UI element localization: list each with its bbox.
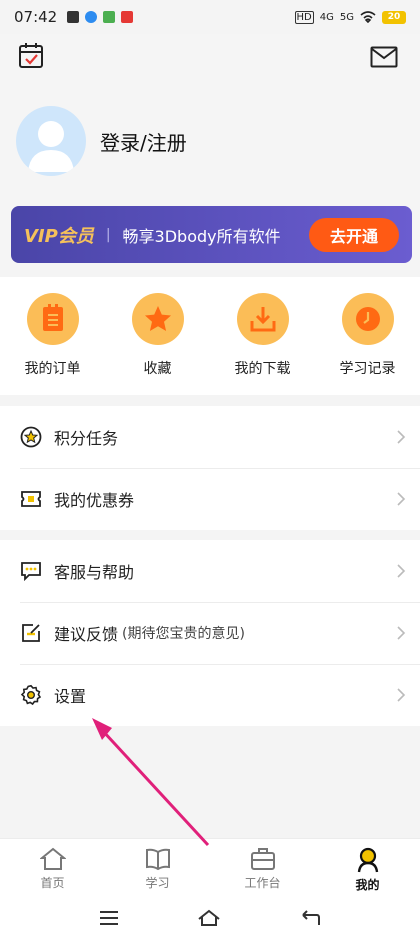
quick-label: 我的下载 xyxy=(234,361,291,377)
back-nav-icon[interactable] xyxy=(299,909,321,927)
tab-label: 首页 xyxy=(40,876,65,890)
tab-label: 工作台 xyxy=(244,876,281,890)
clock-icon xyxy=(341,293,394,345)
menu-my-coupons[interactable]: 我的优惠券 xyxy=(0,468,420,530)
status-time: 07:42 xyxy=(14,8,58,26)
chevron-right-icon xyxy=(397,430,406,444)
profile-header: 登录/注册 VIP会员 | 畅享3Dbody所有软件 去开通 xyxy=(0,34,420,270)
chevron-right-icon xyxy=(397,626,406,640)
tab-mine[interactable]: 我的 xyxy=(315,839,420,896)
quick-favorites[interactable]: 收藏 xyxy=(105,277,210,395)
menu-label: 设置 xyxy=(54,687,87,706)
vip-description: 畅享3Dbody所有软件 xyxy=(122,226,281,246)
menu-label: 积分任务 xyxy=(54,429,119,448)
app-notification-icon xyxy=(85,11,98,23)
briefcase-icon xyxy=(250,848,275,870)
wifi-icon xyxy=(360,11,376,23)
home-nav-icon[interactable] xyxy=(197,909,221,927)
default-avatar-icon xyxy=(28,121,74,172)
quick-my-orders[interactable]: 我的订单 xyxy=(0,277,105,395)
quick-label: 我的订单 xyxy=(24,361,81,377)
download-icon xyxy=(236,293,289,345)
status-right: HD 4G 5G 20 xyxy=(294,10,406,24)
battery-indicator: 20 xyxy=(382,10,406,24)
login-register-link[interactable]: 登录/注册 xyxy=(100,127,187,156)
star-icon xyxy=(131,293,184,345)
tab-label: 我的 xyxy=(355,878,380,892)
settings-gear-icon xyxy=(20,684,42,706)
mail-icon[interactable] xyxy=(370,46,398,68)
menu-points-tasks[interactable]: 积分任务 xyxy=(0,406,420,468)
tab-home[interactable]: 首页 xyxy=(0,839,105,896)
avatar[interactable] xyxy=(16,106,86,176)
menu-feedback[interactable]: 建议反馈 (期待您宝贵的意见) xyxy=(0,602,420,664)
hd-indicator: HD xyxy=(294,10,314,24)
app-notification-icon-2 xyxy=(103,11,116,23)
chevron-right-icon xyxy=(397,564,406,578)
coupon-icon xyxy=(20,488,42,510)
menu-label: 客服与帮助 xyxy=(54,563,135,582)
vip-banner[interactable]: VIP会员 | 畅享3Dbody所有软件 去开通 xyxy=(11,206,412,263)
signal-4g: 4G xyxy=(319,11,334,23)
menu-label: 我的优惠券 xyxy=(54,491,135,510)
quick-study-records[interactable]: 学习记录 xyxy=(315,277,420,395)
menu-group-support: 客服与帮助 建议反馈 (期待您宝贵的意见) 设置 xyxy=(0,540,420,726)
menu-sublabel: (期待您宝贵的意见) xyxy=(122,626,245,642)
tab-workbench[interactable]: 工作台 xyxy=(210,839,315,896)
tab-study[interactable]: 学习 xyxy=(105,839,210,896)
app-notification-icon-3 xyxy=(121,11,134,23)
chat-icon xyxy=(20,560,42,582)
quick-actions: 我的订单 收藏 我的下载 学习记录 xyxy=(0,277,420,395)
menu-group-rewards: 积分任务 我的优惠券 xyxy=(0,406,420,530)
menu-label: 建议反馈 xyxy=(54,625,119,644)
quick-label: 收藏 xyxy=(143,361,172,377)
status-bar: 07:42 HD 4G 5G 20 xyxy=(0,0,420,34)
feedback-edit-icon xyxy=(20,622,42,644)
order-list-icon xyxy=(26,293,79,345)
vip-title: VIP会员 xyxy=(24,225,94,247)
chevron-right-icon xyxy=(397,688,406,702)
quick-label: 学习记录 xyxy=(339,361,396,377)
system-nav-bar xyxy=(0,896,420,940)
profile-icon xyxy=(357,847,378,873)
menu-customer-service[interactable]: 客服与帮助 xyxy=(0,540,420,602)
notification-icon xyxy=(67,11,80,23)
signal-5g: 5G xyxy=(339,11,354,23)
vip-open-button[interactable]: 去开通 xyxy=(309,217,399,252)
menu-lines-icon[interactable] xyxy=(99,910,119,926)
points-star-icon xyxy=(20,426,42,448)
quick-downloads[interactable]: 我的下载 xyxy=(210,277,315,395)
profile-section[interactable]: 登录/注册 xyxy=(16,106,187,176)
book-icon xyxy=(145,848,170,871)
menu-settings[interactable]: 设置 xyxy=(0,664,420,726)
tab-label: 学习 xyxy=(145,876,170,890)
home-icon xyxy=(39,847,66,870)
chevron-right-icon xyxy=(397,492,406,506)
calendar-check-icon[interactable] xyxy=(18,42,44,70)
vip-separator: | xyxy=(105,226,111,243)
bottom-tab-bar: 首页 学习 工作台 我的 xyxy=(0,838,420,896)
